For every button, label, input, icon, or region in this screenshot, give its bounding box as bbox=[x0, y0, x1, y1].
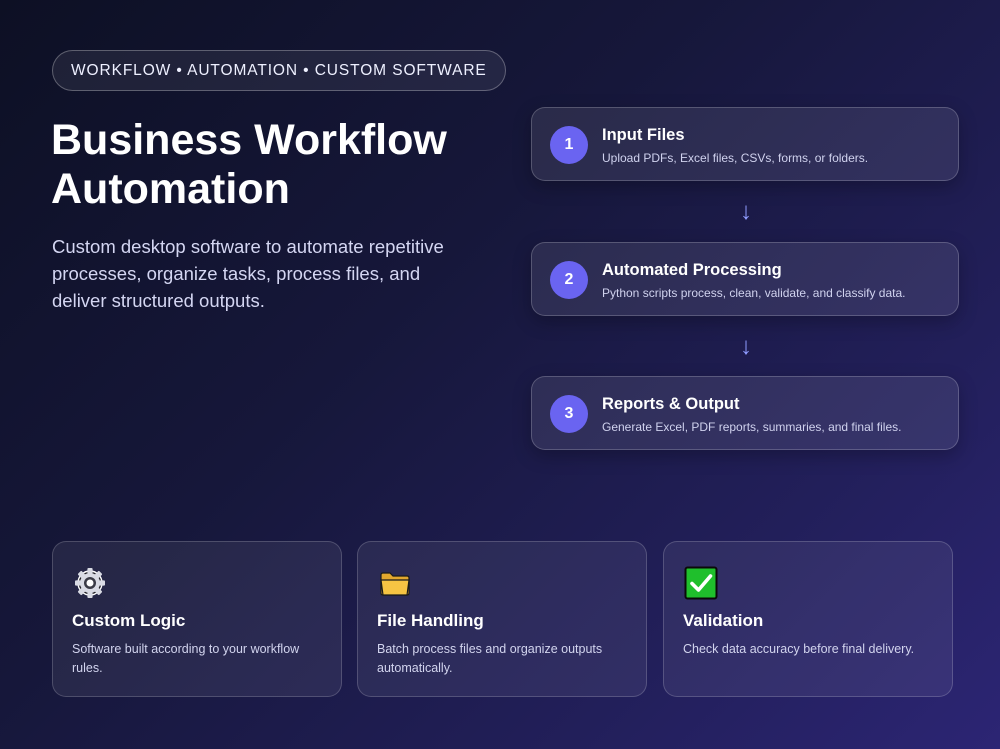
feature-card-validation: Validation Check data accuracy before fi… bbox=[663, 541, 953, 697]
step-title: Input Files bbox=[602, 126, 685, 144]
down-arrow-icon: ↓ bbox=[740, 198, 752, 225]
step-card-input-files: 1 Input Files Upload PDFs, Excel files, … bbox=[531, 107, 959, 181]
step-description: Upload PDFs, Excel files, CSVs, forms, o… bbox=[602, 151, 869, 165]
hero-description: Custom desktop software to automate repe… bbox=[52, 236, 444, 311]
step-number-badge: 2 bbox=[550, 261, 588, 299]
feature-description: Check data accuracy before final deliver… bbox=[683, 642, 915, 656]
feature-title: Custom Logic bbox=[72, 611, 186, 630]
feature-description: Software built according to your workflo… bbox=[72, 642, 300, 675]
step-title: Automated Processing bbox=[602, 261, 782, 279]
step-description: Python scripts process, clean, validate,… bbox=[602, 286, 906, 300]
gear-icon bbox=[75, 568, 105, 598]
folder-icon bbox=[380, 572, 410, 596]
down-arrow-icon: ↓ bbox=[740, 333, 752, 360]
feature-title: Validation bbox=[683, 611, 764, 630]
feature-card-file-handling: File Handling Batch process files and or… bbox=[357, 541, 647, 697]
step-description: Generate Excel, PDF reports, summaries, … bbox=[602, 420, 902, 434]
page-title-line-1: Business Workflow bbox=[51, 116, 447, 164]
checkmark-icon bbox=[684, 566, 718, 600]
step-number-badge: 3 bbox=[550, 395, 588, 433]
step-title: Reports & Output bbox=[602, 395, 740, 413]
feature-description: Batch process files and organize outputs… bbox=[377, 642, 603, 675]
hero-tag: WORKFLOW • AUTOMATION • CUSTOM SOFTWARE bbox=[52, 50, 506, 91]
step-card-reports-output: 3 Reports & Output Generate Excel, PDF r… bbox=[531, 376, 959, 450]
feature-card-custom-logic: Custom Logic Software built according to… bbox=[52, 541, 342, 697]
step-card-automated-processing: 2 Automated Processing Python scripts pr… bbox=[531, 242, 959, 316]
feature-title: File Handling bbox=[377, 611, 484, 630]
page-title-line-2: Automation bbox=[51, 165, 290, 213]
step-number-badge: 1 bbox=[550, 126, 588, 164]
page-title: Business Workflow Automation bbox=[51, 116, 447, 214]
